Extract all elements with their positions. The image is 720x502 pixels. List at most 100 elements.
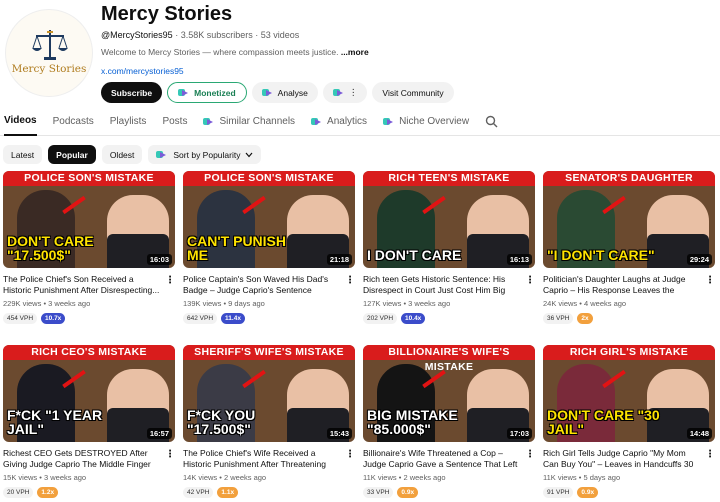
video-thumbnail[interactable]: RICH GIRL'S MISTAKE DON'T CARE "30 JAIL" 1… [543,345,715,442]
video-thumbnail[interactable]: POLICE SON'S MISTAKE DON'T CARE "17.500$"… [3,171,175,268]
video-card[interactable]: SHERIFF'S WIFE'S MISTAKE F*CK YOU "17.500… [183,345,355,498]
thumbnail-caption: F*CK "1 YEAR JAIL" [7,407,103,437]
more-vert-icon[interactable]: ⋮ [165,449,175,460]
filter-popular[interactable]: Popular [48,145,96,164]
upload-age: 9 days ago [228,299,265,308]
view-count: 11K views [543,473,577,482]
tab-analytics[interactable]: Analytics [311,108,367,136]
sort-by-popularity-dropdown[interactable]: Sort by Popularity [148,145,262,164]
channel-header: Mercy Stories Mercy Stories @MercyStorie… [0,0,720,106]
channel-avatar[interactable]: Mercy Stories [5,9,93,97]
video-thumbnail[interactable]: POLICE SON'S MISTAKE CAN'T PUNISH ME 21:18 [183,171,355,268]
more-vert-icon[interactable]: ⋮ [345,449,355,460]
tab-label: Analytics [327,116,368,127]
vph-badge: 91 VPH [543,487,574,498]
thumbnail-caption: BIG MISTAKE "85.000$" [367,407,458,437]
extension-menu-button[interactable]: ⋮ [322,82,368,103]
outlier-score-badge: 11.4x [221,313,245,324]
upload-age: 3 weeks ago [408,299,451,308]
view-count: 15K views [3,473,38,482]
thumbnail-banner: SENATOR'S DAUGHTER [543,171,715,186]
video-title[interactable]: Richest CEO Gets DESTROYED After Giving … [3,448,175,470]
search-channel-button[interactable] [485,108,498,136]
tab-similar-channels[interactable]: Similar Channels [203,108,295,136]
tab-playlists[interactable]: Playlists [110,108,147,136]
filter-oldest[interactable]: Oldest [101,145,143,164]
video-meta: 11K views • 2 weeks ago [363,473,446,482]
video-card[interactable]: RICH GIRL'S MISTAKE DON'T CARE "30 JAIL" 1… [543,345,715,498]
tab-label: Niche Overview [399,116,470,127]
upload-age: 2 weeks ago [223,473,267,482]
video-card[interactable]: BILLIONAIRE'S WIFE'S MISTAKE BIG MISTAKE … [363,345,535,498]
more-vert-icon[interactable]: ⋮ [705,449,715,460]
video-duration: 29:24 [686,254,712,265]
video-stats: 91 VPH 0.9x [543,487,715,498]
video-title[interactable]: Rich teen Gets Historic Sentence: His Di… [363,274,535,296]
view-count: 14K views [183,473,218,482]
vph-badge: 42 VPH [183,487,214,498]
video-duration: 15:43 [326,428,352,439]
video-meta: 24K views • 4 weeks ago [543,299,627,308]
thumbnail-banner: RICH CEO'S MISTAKE [3,345,175,360]
video-card[interactable]: POLICE SON'S MISTAKE DON'T CARE "17.500$"… [3,171,175,324]
video-meta: 14K views • 2 weeks ago [183,473,267,482]
video-title[interactable]: Politician's Daughter Laughs at Judge Ca… [543,274,715,296]
video-title[interactable]: The Police Chief's Wife Received a Histo… [183,448,355,470]
outlier-score-badge: 10.7x [41,313,66,324]
video-count: 53 videos [260,30,300,40]
video-thumbnail[interactable]: SHERIFF'S WIFE'S MISTAKE F*CK YOU "17.500… [183,345,355,442]
vidiq-logo-icon [311,117,323,126]
thumbnail-caption: "I DON'T CARE" [547,247,655,263]
subscribe-button[interactable]: Subscribe [101,82,163,103]
more-vert-icon[interactable]: ⋮ [345,275,355,286]
tab-videos[interactable]: Videos [4,108,37,136]
monetized-button[interactable]: Monetized [167,82,247,103]
upload-age: 3 weeks ago [43,473,87,482]
analyse-label: Analyse [277,87,308,98]
more-vert-icon[interactable]: ⋮ [525,275,535,286]
more-vert-icon[interactable]: ⋮ [525,449,535,460]
video-thumbnail[interactable]: BILLIONAIRE'S WIFE'S MISTAKE BIG MISTAKE … [363,345,535,442]
more-vert-icon[interactable]: ⋮ [165,275,175,286]
channel-description[interactable]: Welcome to Mercy Stories — where compass… [101,47,369,57]
video-duration: 16:03 [146,254,172,265]
more-vert-icon[interactable]: ⋮ [705,275,715,286]
video-thumbnail[interactable]: RICH TEEN'S MISTAKE I DON'T CARE 16:13 [363,171,535,268]
video-card[interactable]: RICH TEEN'S MISTAKE I DON'T CARE 16:13 Rich… [363,171,535,324]
channel-handle: @MercyStories95 [101,30,173,40]
video-thumbnail[interactable]: SENATOR'S DAUGHTER "I DON'T CARE" 29:24 [543,171,715,268]
outlier-score-badge: 10.4x [401,313,426,324]
outlier-score-badge: 1.1x [217,487,239,498]
tab-posts[interactable]: Posts [162,108,187,136]
video-title[interactable]: Police Captain's Son Waved His Dad's Bad… [183,274,355,296]
video-title[interactable]: The Police Chief's Son Received a Histor… [3,274,175,296]
video-meta: 11K views • 5 days ago [543,473,621,482]
video-stats: 454 VPH 10.7x [3,313,175,324]
thumbnail-banner: POLICE SON'S MISTAKE [183,171,355,186]
monetized-label: Monetized [194,87,236,98]
channel-link[interactable]: x.com/mercystories95 [101,66,184,76]
video-title[interactable]: Billionaire's Wife Threatened a Cop – Ju… [363,448,535,470]
video-card[interactable]: RICH CEO'S MISTAKE F*CK "1 YEAR JAIL" 16:5… [3,345,175,498]
video-stats: 202 VPH 10.4x [363,313,535,324]
view-count: 24K views [543,299,578,308]
thumbnail-banner: SHERIFF'S WIFE'S MISTAKE [183,345,355,360]
video-title[interactable]: Rich Girl Tells Judge Caprio "My Mom Can… [543,448,715,470]
more-link[interactable]: ...more [341,47,369,57]
video-card[interactable]: SENATOR'S DAUGHTER "I DON'T CARE" 29:24 Pol… [543,171,715,324]
thumbnail-caption: CAN'T PUNISH ME [187,233,286,263]
vph-badge: 20 VPH [3,487,34,498]
video-card[interactable]: POLICE SON'S MISTAKE CAN'T PUNISH ME 21:18… [183,171,355,324]
upload-age: 2 weeks ago [403,473,446,482]
tab-niche-overview[interactable]: Niche Overview [383,108,469,136]
visit-community-button[interactable]: Visit Community [372,82,454,103]
vidiq-logo-icon [156,150,168,159]
analyse-button[interactable]: Analyse [251,82,318,103]
thumbnail-caption: DON'T CARE "30 JAIL" [547,407,660,437]
tab-podcasts[interactable]: Podcasts [53,108,94,136]
filter-latest[interactable]: Latest [3,145,43,164]
video-thumbnail[interactable]: RICH CEO'S MISTAKE F*CK "1 YEAR JAIL" 16:5… [3,345,175,442]
vidiq-logo-icon [261,88,274,97]
outlier-score-badge: 1.2x [37,487,59,498]
vidiq-logo-icon [332,88,345,97]
